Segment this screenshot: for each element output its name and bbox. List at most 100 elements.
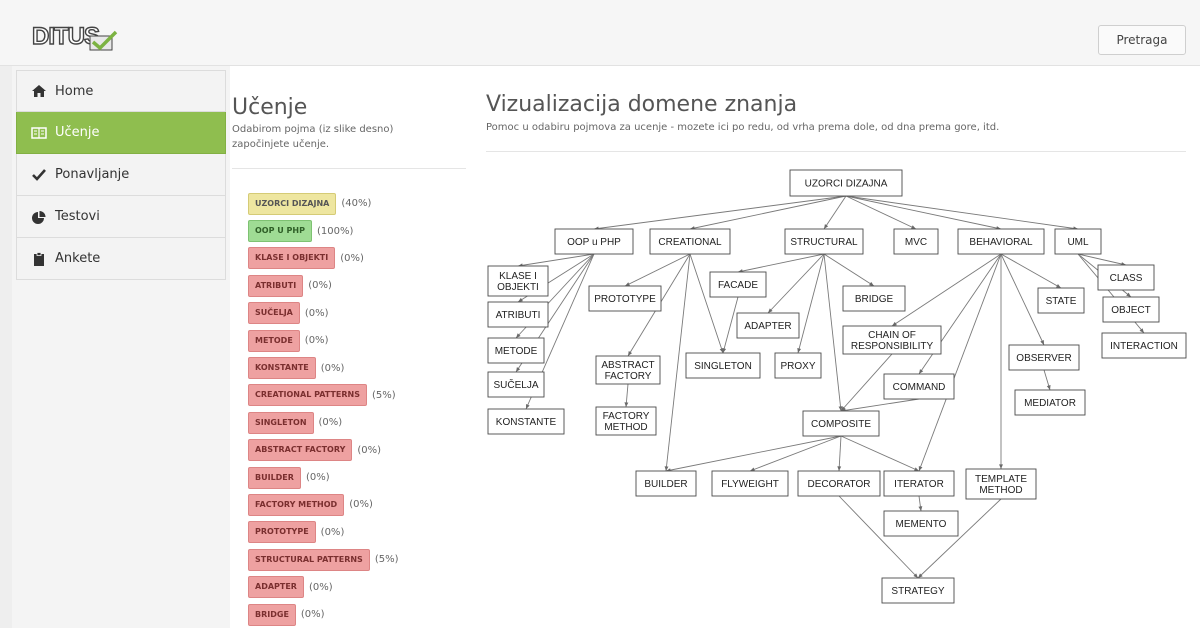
node-label: BUILDER: [644, 479, 687, 490]
diagram-edge: [517, 253, 595, 267]
diagram-node-oop[interactable]: OOP u PHP: [554, 228, 634, 255]
diagram-node-atributi[interactable]: ATRIBUTI: [487, 301, 549, 328]
diagram-node-state[interactable]: STATE: [1037, 287, 1085, 314]
arrow-head: [999, 464, 1003, 469]
node-label: PROTOTYPE: [594, 294, 656, 305]
diagram-edge: [823, 253, 842, 412]
diagram-edge: [689, 195, 847, 230]
diagram-edge: [891, 253, 1002, 327]
node-label: SINGLETON: [694, 361, 752, 372]
diagram-edge: [840, 435, 920, 472]
arrow-head: [518, 297, 523, 302]
diagram-edge: [918, 253, 1002, 472]
node-label: FACTORY: [603, 411, 650, 422]
diagram-node-memento[interactable]: MEMENTO: [883, 510, 959, 537]
diagram-node-mvc[interactable]: MVC: [893, 228, 939, 255]
diagram-node-behavioral[interactable]: BEHAVIORAL: [957, 228, 1045, 255]
knowledge-domain-diagram: UZORCI DIZAJNA OOP u PHP CREATIONAL STRUCTU…: [487, 169, 1187, 604]
diagram-node-abstract[interactable]: ABSTRACTFACTORY: [595, 355, 661, 385]
node-label: BRIDGE: [855, 294, 894, 305]
diagram-node-creational[interactable]: CREATIONAL: [649, 228, 731, 255]
node-label: ABSTRACT: [601, 360, 654, 371]
diagram-edge: [749, 435, 842, 472]
diagram-node-bridge[interactable]: BRIDGE: [842, 285, 906, 312]
arrow-head: [824, 224, 829, 229]
node-label: BEHAVIORAL: [969, 237, 1033, 248]
diagram-node-uzorci[interactable]: UZORCI DIZAJNA: [789, 169, 903, 197]
diagram-edge: [593, 195, 847, 230]
diagram-edge: [838, 495, 919, 579]
node-label: COMPOSITE: [811, 419, 871, 430]
diagram-node-facade[interactable]: FACADE: [709, 271, 767, 298]
node-label: UZORCI DIZAJNA: [805, 179, 888, 190]
diagram-edge: [1000, 253, 1062, 289]
diagram-node-flyweight[interactable]: FLYWEIGHT: [711, 470, 789, 497]
node-label: KLASE I: [499, 271, 537, 282]
node-label: ATRIBUTI: [496, 310, 541, 321]
arrow-head: [516, 367, 521, 372]
node-label: SUČELJA: [493, 378, 538, 391]
diagram-node-class[interactable]: CLASS: [1097, 264, 1155, 291]
node-label: OOP u PHP: [567, 237, 621, 248]
diagram-node-composite[interactable]: COMPOSITE: [802, 410, 880, 437]
diagram-edge: [823, 195, 847, 230]
diagram-edge: [722, 296, 739, 354]
node-label: DECORATOR: [808, 479, 871, 490]
diagram-edge: [838, 435, 842, 472]
node-label: OBJEKTI: [497, 282, 539, 293]
diagram-edge: [918, 253, 1002, 375]
arrow-head: [919, 369, 924, 374]
node-label: CLASS: [1110, 273, 1143, 284]
diagram-edge: [823, 253, 875, 287]
node-label: CHAIN OF: [868, 330, 916, 341]
diagram-node-chain[interactable]: CHAIN OFRESPONSIBILITY: [842, 325, 942, 355]
diagram-edge: [737, 253, 825, 273]
node-label: MEDIATOR: [1024, 398, 1076, 409]
diagram-node-singleton[interactable]: SINGLETON: [685, 352, 761, 379]
arrow-head: [892, 321, 897, 326]
arrow-head: [918, 506, 923, 511]
diagram-node-strategy[interactable]: STRATEGY: [881, 577, 955, 604]
diagram-edge: [840, 398, 920, 412]
diagram-node-structural[interactable]: STRUCTURAL: [784, 228, 864, 255]
node-label: UML: [1067, 237, 1089, 248]
node-label: PROXY: [780, 361, 815, 372]
diagram-node-mediator[interactable]: MEDIATOR: [1014, 389, 1086, 416]
diagram-node-sucelja[interactable]: SUČELJA: [487, 371, 545, 398]
node-label: INTERACTION: [1110, 341, 1178, 352]
diagram-node-uml[interactable]: UML: [1054, 228, 1102, 255]
node-label: COMMAND: [893, 382, 946, 393]
diagram-node-klase[interactable]: KLASE IOBJEKTI: [487, 265, 549, 297]
diagram-node-adapter[interactable]: ADAPTER: [736, 312, 800, 339]
diagram-edge: [845, 195, 1002, 230]
arrow-head: [1046, 385, 1051, 390]
arrow-head: [918, 466, 923, 471]
diagram-node-builder[interactable]: BUILDER: [635, 470, 697, 497]
node-label: MVC: [905, 237, 927, 248]
diagram-node-proxy[interactable]: PROXY: [774, 352, 822, 379]
diagram-node-factory[interactable]: FACTORYMETHOD: [595, 406, 657, 436]
diagram-node-observer[interactable]: OBSERVER: [1008, 344, 1080, 371]
node-label: FACADE: [718, 280, 758, 291]
diagram-node-interaction[interactable]: INTERACTION: [1101, 332, 1187, 359]
diagram-node-iterator[interactable]: ITERATOR: [883, 470, 955, 497]
arrow-head: [837, 466, 842, 471]
node-label: CREATIONAL: [658, 237, 722, 248]
node-label: FLYWEIGHT: [721, 479, 779, 490]
node-label: TEMPLATE: [975, 474, 1027, 485]
diagram-node-object[interactable]: OBJECT: [1102, 296, 1160, 323]
node-label: METODE: [495, 346, 538, 357]
diagram-node-decorator[interactable]: DECORATOR: [797, 470, 881, 497]
node-label: ITERATOR: [894, 479, 944, 490]
arrow-head: [869, 281, 874, 286]
diagram-node-metode[interactable]: METODE: [487, 337, 545, 364]
node-label: METHOD: [979, 485, 1022, 496]
node-label: STRUCTURAL: [790, 237, 858, 248]
diagram-node-template[interactable]: TEMPLATEMETHOD: [965, 468, 1037, 500]
diagram-node-konstante[interactable]: KONSTANTE: [487, 408, 565, 435]
diagram-edge: [767, 253, 825, 314]
diagram-node-prototype[interactable]: PROTOTYPE: [588, 285, 662, 312]
node-label: ADAPTER: [744, 321, 791, 332]
diagram-node-command[interactable]: COMMAND: [883, 373, 955, 400]
diagram-edge: [665, 435, 842, 472]
